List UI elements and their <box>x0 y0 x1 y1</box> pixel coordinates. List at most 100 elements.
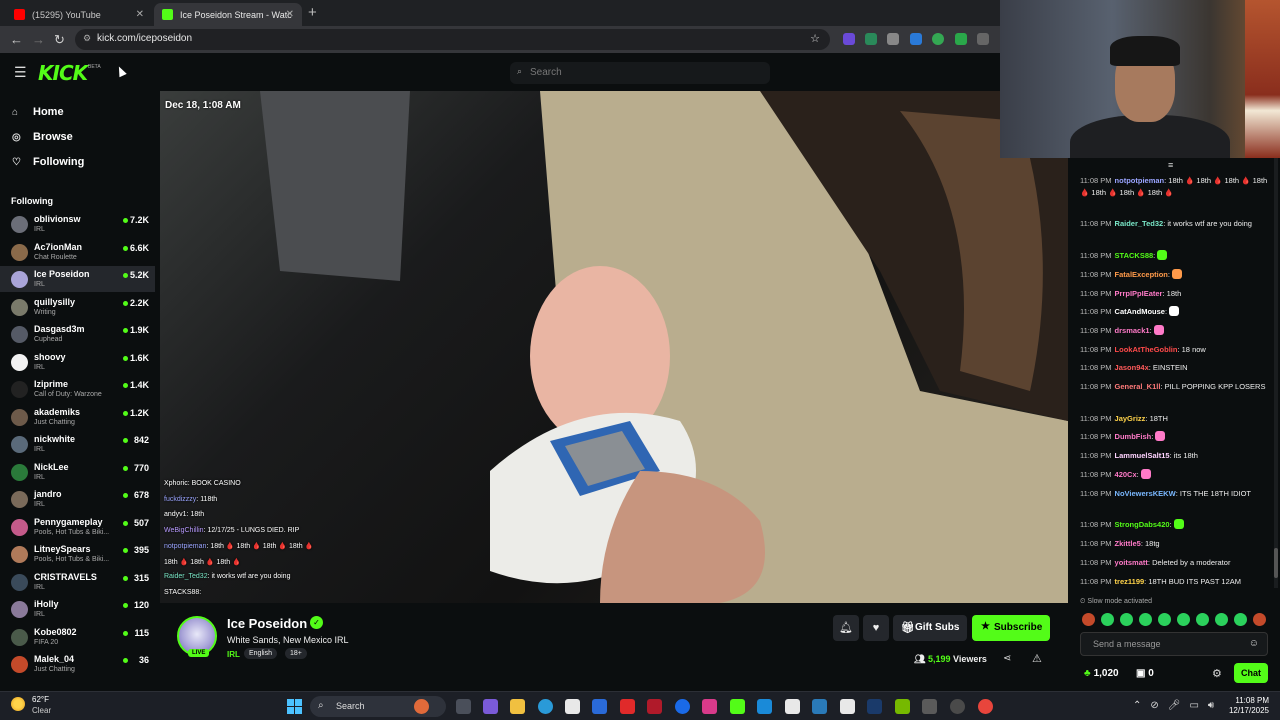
chat-message[interactable]: 11:08 PM Jason94x: EINSTEIN <box>1080 362 1270 374</box>
chat-username[interactable]: FatalException <box>1115 270 1168 279</box>
instagram-icon[interactable] <box>702 699 717 714</box>
url-field[interactable]: ⚙ kick.com/iceposeidon ☆ <box>75 29 830 50</box>
chat-message[interactable]: 11:08 PM notpotpieman: 18th 🩸 18th 🩸 18th… <box>1080 175 1270 199</box>
report-icon[interactable]: ⚠ <box>1032 652 1042 665</box>
chat-message[interactable]: 11:08 PM FatalException: <box>1080 269 1270 281</box>
close-icon[interactable]: ✕ <box>286 9 294 20</box>
chat-message[interactable]: 11:08 PM LammuelSalt15: its 18th <box>1080 450 1270 462</box>
chat-message[interactable]: 11:08 PM StrongDabs420: <box>1080 519 1270 531</box>
chat-message[interactable]: 11:08 PM PrrpIPpIEater: 18th <box>1080 288 1270 300</box>
chat-message[interactable]: 11:08 PM NoViewersKEKW: ITS THE 18TH IDIO… <box>1080 488 1270 500</box>
sidebar-channel[interactable]: Kobe0802 FIFA 20 115 <box>0 624 155 650</box>
extension-icon[interactable] <box>843 33 855 45</box>
app-icon[interactable] <box>922 699 937 714</box>
extension-icon[interactable] <box>910 33 922 45</box>
store-icon[interactable] <box>565 699 580 714</box>
widget-icon[interactable] <box>414 699 429 714</box>
tag-age[interactable]: 18+ <box>285 648 307 659</box>
copilot-icon[interactable] <box>483 699 498 714</box>
netflix-icon[interactable] <box>647 699 662 714</box>
emote-icon[interactable] <box>1158 613 1171 626</box>
sidebar-channel[interactable]: akademiks Just Chatting 1.2K <box>0 404 155 430</box>
sidebar-channel[interactable]: Ice Poseidon IRL 5.2K <box>0 266 155 292</box>
sidebar-channel[interactable]: jandro IRL 678 <box>0 486 155 512</box>
chat-message[interactable]: 11:08 PM CatAndMouse: <box>1080 306 1270 318</box>
kick-logo[interactable]: KICK <box>38 61 88 85</box>
emote-icon[interactable] <box>1139 613 1152 626</box>
facebook-icon[interactable] <box>675 699 690 714</box>
sidebar-item-browse[interactable]: ◎ Browse <box>12 131 73 143</box>
chat-username[interactable]: yoitsmatt <box>1115 558 1148 567</box>
chrome-icon[interactable] <box>978 699 993 714</box>
chat-username[interactable]: LammuelSalt15 <box>1115 451 1170 460</box>
chat-username[interactable]: Zkittle5 <box>1115 539 1141 548</box>
bookmark-star-icon[interactable]: ☆ <box>810 32 820 45</box>
sidebar-item-home[interactable]: ⌂ Home <box>12 106 64 118</box>
youtube-app-icon[interactable] <box>620 699 635 714</box>
chat-message[interactable]: 11:08 PM Raider_Ted32: it works wtf are y… <box>1080 218 1270 230</box>
chat-send-button[interactable]: Chat <box>1234 663 1268 683</box>
emote-icon[interactable] <box>1215 613 1228 626</box>
chat-username[interactable]: drsmack1 <box>1115 326 1150 335</box>
chat-message[interactable]: 11:08 PM yoitsmatt: Deleted by a moderato… <box>1080 557 1270 569</box>
emote-icon[interactable] <box>1253 613 1266 626</box>
extensions-menu-icon[interactable] <box>977 33 989 45</box>
sidebar-channel[interactable]: LitneySpears Pools, Hot Tubs & Biki... 395 <box>0 541 155 567</box>
chat-username[interactable]: General_K1ll <box>1115 382 1161 391</box>
notion-icon[interactable] <box>840 699 855 714</box>
chat-username[interactable]: notpotpieman <box>1115 176 1165 185</box>
system-tray[interactable]: ⌃⊘🎤︎▭🔊︎ <box>1133 700 1223 711</box>
sidebar-channel[interactable]: quillysilly Writing 2.2K <box>0 294 155 320</box>
streamer-name[interactable]: Ice Poseidon <box>227 616 307 631</box>
nvidia-icon[interactable] <box>895 699 910 714</box>
prime-video-icon[interactable] <box>757 699 772 714</box>
chat-username[interactable]: STACKS88 <box>1115 251 1154 260</box>
forward-icon[interactable]: → <box>32 32 45 47</box>
chat-username[interactable]: DumbFish <box>1115 432 1152 441</box>
chat-username[interactable]: CatAndMouse <box>1115 307 1165 316</box>
close-icon[interactable]: ✕ <box>136 9 144 20</box>
extension-icon[interactable] <box>932 33 944 45</box>
chat-username[interactable]: StrongDabs420 <box>1115 520 1170 529</box>
browser-tab-kick[interactable]: Ice Poseidon Stream - Watc ✕ <box>154 3 302 26</box>
scrollbar-thumb[interactable] <box>1274 548 1278 578</box>
extension-icon[interactable] <box>865 33 877 45</box>
menu-icon[interactable]: ☰ <box>14 65 27 79</box>
chat-message[interactable]: 11:08 PM 420Cx: <box>1080 469 1270 481</box>
app-icon[interactable] <box>812 699 827 714</box>
chat-username[interactable]: PrrpIPpIEater <box>1115 289 1163 298</box>
search-input[interactable]: ⌕ Search <box>510 62 770 84</box>
chat-settings-icon[interactable]: ⚙ <box>1212 667 1222 680</box>
extension-icon[interactable] <box>887 33 899 45</box>
emote-icon[interactable] <box>1196 613 1209 626</box>
kick-app-icon[interactable] <box>730 699 745 714</box>
chat-collapse-icon[interactable]: ≡ <box>1168 160 1173 170</box>
chat-username[interactable]: JayGrizz <box>1115 414 1146 423</box>
channel-points[interactable]: ♣ 1,020 <box>1084 668 1119 679</box>
obs-icon[interactable] <box>950 699 965 714</box>
emoji-picker-icon[interactable]: ☺ <box>1249 638 1259 649</box>
extension-icon[interactable] <box>955 33 967 45</box>
chat-username[interactable]: Jason94x <box>1115 363 1149 372</box>
browser-tab-youtube[interactable]: (15295) YouTube ✕ <box>6 3 152 26</box>
amazon-icon[interactable] <box>785 699 800 714</box>
new-tab-icon[interactable]: + <box>308 4 317 21</box>
chat-message[interactable]: 11:08 PM drsmack1: <box>1080 325 1270 337</box>
windows-start-icon[interactable] <box>287 699 302 714</box>
reload-icon[interactable]: ↻ <box>54 32 65 48</box>
chat-message[interactable]: 11:08 PM trez1199: 18TH BUD ITS PAST 12AM <box>1080 576 1270 588</box>
sidebar-channel[interactable]: Ac7ionMan Chat Roulette 6.6K <box>0 239 155 265</box>
sidebar-channel[interactable]: Iziprime Call of Duty: Warzone 1.4K <box>0 376 155 402</box>
emote-icon[interactable] <box>1082 613 1095 626</box>
file-explorer-icon[interactable] <box>510 699 525 714</box>
sidebar-channel[interactable]: shoovy IRL 1.6K <box>0 349 155 375</box>
task-view-icon[interactable] <box>456 699 471 714</box>
chat-username[interactable]: 420Cx <box>1115 470 1137 479</box>
emote-icon[interactable] <box>1120 613 1133 626</box>
emote-icon[interactable] <box>1101 613 1114 626</box>
emote-icon[interactable] <box>1234 613 1247 626</box>
sidebar-item-following[interactable]: ♡ Following <box>12 156 84 168</box>
chat-scrollbar[interactable] <box>1274 158 1278 588</box>
gift-subs-button[interactable]: 🎁︎ Gift Subs <box>893 615 967 641</box>
stream-category[interactable]: IRL <box>227 650 240 659</box>
